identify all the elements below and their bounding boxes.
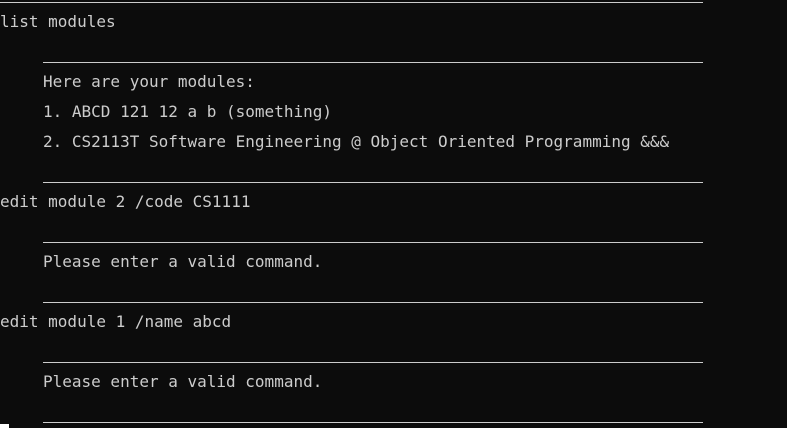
divider-line (43, 62, 703, 63)
divider-line (43, 302, 703, 303)
divider-line (43, 182, 703, 183)
module-list-item: 1. ABCD 121 12 a b (something) (43, 102, 332, 121)
terminal-window[interactable]: list modules Here are your modules: 1. A… (0, 0, 787, 428)
error-message: Please enter a valid command. (43, 252, 323, 271)
divider-line (43, 422, 703, 423)
command-line: edit module 2 /code CS1111 (0, 192, 251, 211)
divider-line (43, 362, 703, 363)
module-list-item: 2. CS2113T Software Engineering @ Object… (43, 132, 670, 151)
output-line: Here are your modules: (43, 72, 255, 91)
divider-line (43, 242, 703, 243)
command-line: edit module 1 /name abcd (0, 312, 232, 331)
command-line: list modules (0, 12, 116, 31)
divider-line (0, 2, 703, 3)
error-message: Please enter a valid command. (43, 372, 323, 391)
text-cursor[interactable] (0, 424, 9, 428)
